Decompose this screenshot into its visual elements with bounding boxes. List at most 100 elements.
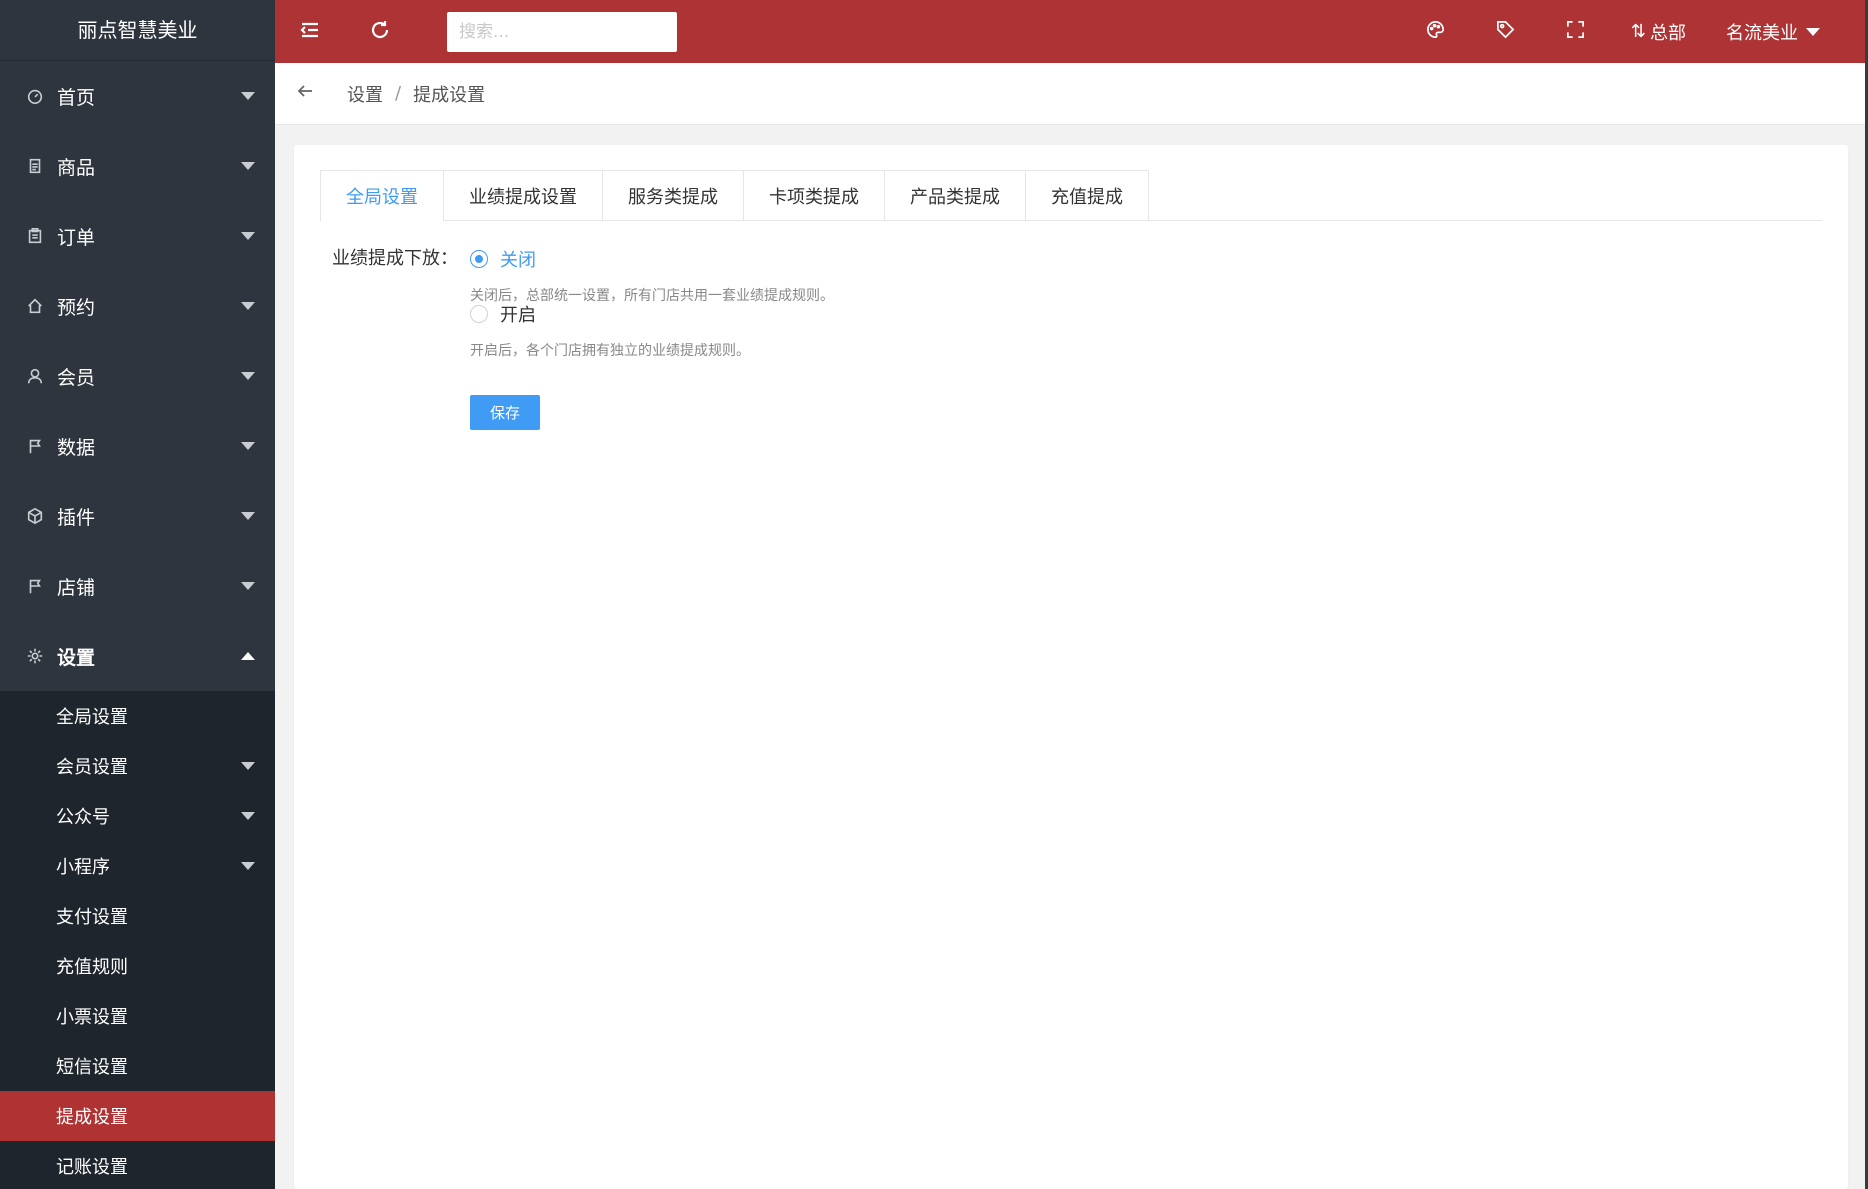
switch-icon: ⇅ [1630, 21, 1646, 42]
arrow-left-icon [295, 81, 315, 106]
sidebar-item-orders[interactable]: 订单 [0, 201, 275, 271]
tab-recharge-commission[interactable]: 充值提成 [1025, 170, 1149, 221]
sidebar-item-home[interactable]: 首页 [0, 61, 275, 131]
chevron-up-icon [241, 652, 255, 660]
tab-service-commission[interactable]: 服务类提成 [602, 170, 743, 221]
sidebar-item-members[interactable]: 会员 [0, 341, 275, 411]
tab-global[interactable]: 全局设置 [320, 170, 443, 222]
tag-button[interactable] [1471, 0, 1541, 63]
sidebar-item-data[interactable]: 数据 [0, 411, 275, 481]
submenu-item-label: 小票设置 [56, 1007, 128, 1028]
hq-label: 总部 [1650, 22, 1686, 44]
chevron-down-icon [1806, 27, 1820, 36]
submenu-item-sms[interactable]: 短信设置 [0, 1041, 275, 1091]
submenu-item-miniprogram[interactable]: 小程序 [0, 841, 275, 891]
submenu-item-label: 会员设置 [56, 757, 128, 778]
submenu-item-commission[interactable]: 提成设置 [0, 1091, 275, 1141]
app-root: 丽点智慧美业 首页 商品 订单 预约 会员 数据 插件 店铺 设置 全局设置 会… [0, 0, 1868, 1189]
sidebar: 丽点智慧美业 首页 商品 订单 预约 会员 数据 插件 店铺 设置 全局设置 会… [0, 0, 275, 1189]
chevron-down-icon [241, 92, 255, 100]
submenu-item-label: 短信设置 [56, 1057, 128, 1078]
sidebar-item-goods[interactable]: 商品 [0, 131, 275, 201]
breadcrumb-separator: / [395, 83, 402, 104]
menu-toggle-button[interactable] [275, 0, 345, 63]
save-button[interactable]: 保存 [470, 395, 540, 430]
theme-button[interactable] [1401, 0, 1471, 63]
radio-option-open[interactable]: 开启 [470, 300, 536, 328]
radio-label: 关闭 [500, 250, 536, 271]
chevron-down-icon [241, 302, 255, 310]
chevron-down-icon [241, 762, 255, 770]
sidebar-item-booking[interactable]: 预约 [0, 271, 275, 341]
submenu-item-label: 小程序 [56, 857, 110, 878]
tab-bar: 全局设置 业绩提成设置 服务类提成 卡项类提成 产品类提成 充值提成 [320, 170, 1822, 222]
submenu-item-label: 提成设置 [56, 1107, 128, 1128]
sidebar-item-label: 店铺 [57, 576, 96, 599]
radio-unchecked-icon [470, 305, 488, 323]
cube-icon [25, 506, 45, 526]
gear-icon [25, 646, 45, 666]
chevron-down-icon [241, 582, 255, 590]
chevron-down-icon [241, 162, 255, 170]
sidebar-item-store[interactable]: 店铺 [0, 551, 275, 621]
submenu-item-payment[interactable]: 支付设置 [0, 891, 275, 941]
tab-performance-commission[interactable]: 业绩提成设置 [443, 170, 602, 221]
submenu-item-label: 公众号 [56, 807, 110, 828]
main-card: 全局设置 业绩提成设置 服务类提成 卡项类提成 产品类提成 充值提成 业绩提成下… [294, 145, 1848, 1189]
sidebar-item-plugins[interactable]: 插件 [0, 481, 275, 551]
user-name: 名流美业 [1726, 22, 1798, 44]
radio-label: 开启 [500, 305, 536, 326]
topbar-right: ⇅ 总部 名流美业 [1401, 0, 1865, 63]
refresh-icon [369, 19, 391, 45]
user-icon [25, 366, 45, 386]
fullscreen-icon [1565, 19, 1586, 44]
chevron-down-icon [241, 442, 255, 450]
sidebar-item-label: 设置 [57, 646, 96, 669]
tab-card-commission[interactable]: 卡项类提成 [743, 170, 884, 221]
radio-option-close[interactable]: 关闭 [470, 245, 536, 273]
home-icon [25, 296, 45, 316]
submenu-item-label: 充值规则 [56, 957, 128, 978]
submenu-item-recharge-rules[interactable]: 充值规则 [0, 941, 275, 991]
sidebar-item-settings[interactable]: 设置 [0, 621, 275, 691]
document-icon [25, 156, 45, 176]
chevron-down-icon [241, 372, 255, 380]
submenu-item-bookkeeping[interactable]: 记账设置 [0, 1141, 275, 1189]
sidebar-item-label: 订单 [57, 226, 96, 249]
sidebar-item-label: 首页 [57, 86, 96, 109]
sidebar-item-label: 预约 [57, 296, 96, 319]
topbar: ⇅ 总部 名流美业 [275, 0, 1865, 63]
breadcrumb-parent[interactable]: 设置 [347, 81, 383, 107]
user-menu[interactable]: 名流美业 [1706, 0, 1840, 63]
hq-switch[interactable]: ⇅ 总部 [1611, 0, 1706, 63]
refresh-button[interactable] [345, 0, 415, 63]
fullscreen-button[interactable] [1541, 0, 1611, 63]
brand-logo: 丽点智慧美业 [0, 0, 275, 61]
tab-product-commission[interactable]: 产品类提成 [884, 170, 1025, 221]
clipboard-icon [25, 226, 45, 246]
tag-icon [1495, 19, 1516, 44]
submenu-item-label: 全局设置 [56, 707, 128, 728]
submenu-item-label: 支付设置 [56, 907, 128, 928]
radio-checked-icon [470, 250, 488, 268]
submenu-item-receipt[interactable]: 小票设置 [0, 991, 275, 1041]
chevron-down-icon [241, 812, 255, 820]
breadcrumb-current: 提成设置 [413, 84, 486, 106]
chevron-down-icon [241, 512, 255, 520]
back-button[interactable] [295, 83, 317, 105]
settings-submenu: 全局设置 会员设置 公众号 小程序 支付设置 充值规则 小票设置 短信设置 提成… [0, 691, 275, 1189]
menu-fold-icon [299, 19, 321, 45]
submenu-item-global[interactable]: 全局设置 [0, 691, 275, 741]
chevron-down-icon [241, 862, 255, 870]
sidebar-item-label: 插件 [57, 506, 96, 529]
submenu-item-official-account[interactable]: 公众号 [0, 791, 275, 841]
sidebar-item-label: 会员 [57, 366, 96, 389]
flag-icon [25, 576, 45, 596]
sidebar-item-label: 商品 [57, 156, 96, 179]
dashboard-icon [25, 86, 45, 106]
search-input[interactable] [447, 11, 677, 52]
submenu-item-member-settings[interactable]: 会员设置 [0, 741, 275, 791]
sidebar-item-label: 数据 [57, 436, 96, 459]
flag-icon [25, 436, 45, 456]
chevron-down-icon [241, 232, 255, 240]
